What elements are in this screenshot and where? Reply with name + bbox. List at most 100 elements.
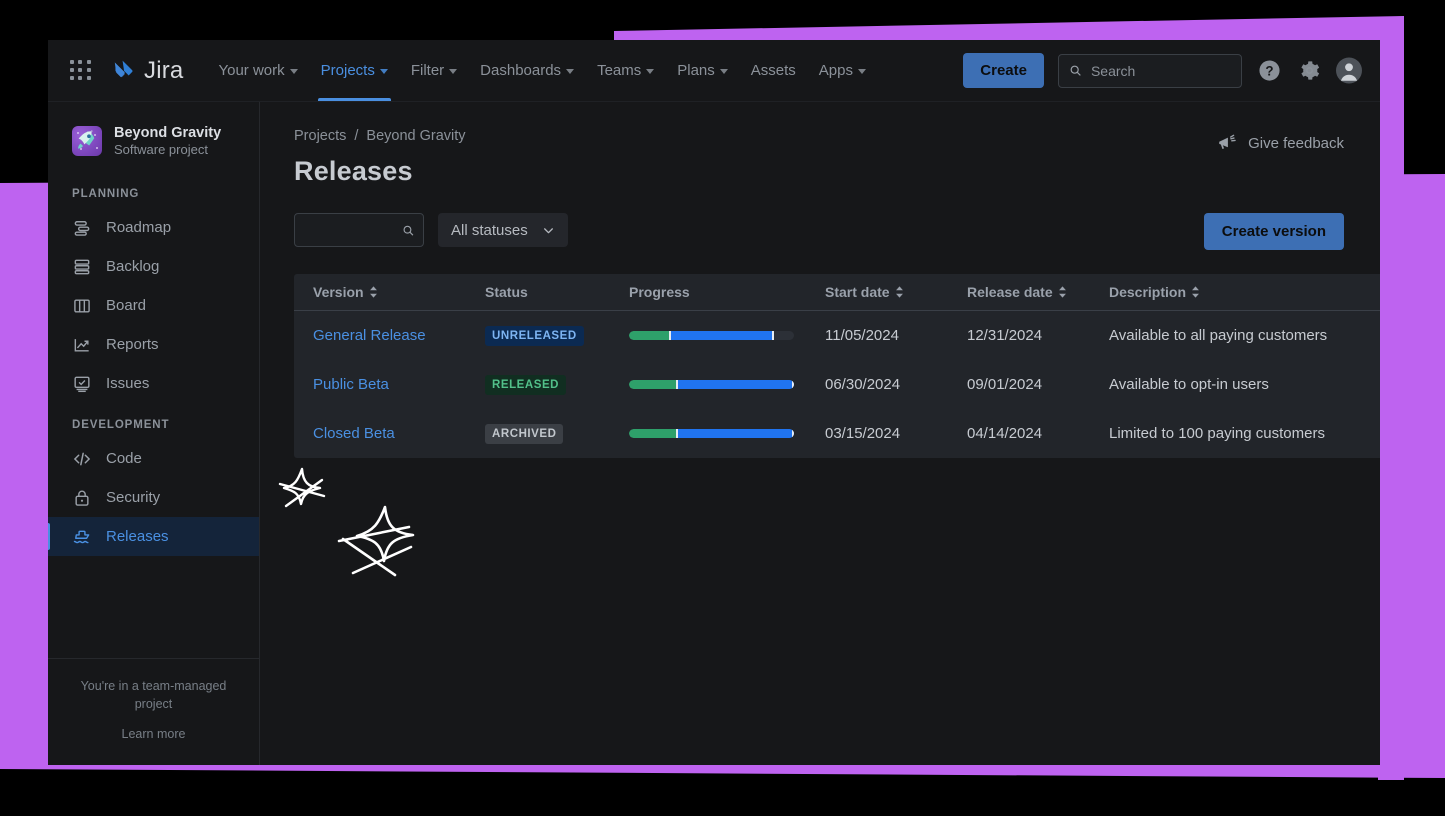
sidebar-item-issues[interactable]: Issues bbox=[48, 364, 259, 403]
version-link[interactable]: General Release bbox=[313, 327, 426, 344]
description-value: Limited to 100 paying customers bbox=[1109, 424, 1325, 442]
version-link[interactable]: Public Beta bbox=[313, 376, 389, 393]
sidebar-item-backlog[interactable]: Backlog bbox=[48, 247, 259, 286]
column-header-start-date[interactable]: Start date bbox=[825, 284, 967, 300]
cell-start-date: 11/05/2024 bbox=[825, 327, 967, 345]
search-icon bbox=[1070, 65, 1081, 76]
give-feedback-button[interactable]: Give feedback bbox=[1216, 132, 1344, 154]
nav-item-dashboards[interactable]: Dashboards bbox=[469, 40, 585, 101]
nav-label: Dashboards bbox=[480, 62, 562, 79]
nav-item-your-work[interactable]: Your work bbox=[207, 40, 308, 101]
column-header-release-date[interactable]: Release date bbox=[967, 284, 1109, 300]
cell-progress bbox=[629, 331, 825, 340]
cell-version: General Release bbox=[313, 327, 485, 345]
nav-item-projects[interactable]: Projects bbox=[310, 40, 399, 101]
main-content: Projects / Beyond Gravity Releases Give … bbox=[260, 102, 1380, 765]
table-row[interactable]: Closed Beta ARCHIVED 03/15/2024 04/14/20… bbox=[294, 409, 1380, 458]
version-link[interactable]: Closed Beta bbox=[313, 425, 395, 442]
progress-done-segment bbox=[629, 429, 677, 438]
app-body: Beyond Gravity Software project PLANNING… bbox=[48, 102, 1380, 765]
svg-text:?: ? bbox=[1265, 63, 1273, 78]
gear-icon bbox=[1300, 61, 1319, 80]
nav-item-assets[interactable]: Assets bbox=[740, 40, 807, 101]
ship-icon bbox=[73, 530, 90, 544]
create-version-button[interactable]: Create version bbox=[1203, 213, 1344, 250]
help-button[interactable]: ? bbox=[1256, 58, 1282, 84]
status-badge: ARCHIVED bbox=[485, 423, 564, 444]
screenshot-stage: Jira Your work Projects Filter Dashboard… bbox=[0, 0, 1445, 816]
progress-done-segment bbox=[629, 331, 671, 340]
project-sidebar: Beyond Gravity Software project PLANNING… bbox=[48, 102, 260, 765]
cell-description: Available to opt-in users bbox=[1109, 376, 1371, 394]
code-icon bbox=[73, 452, 91, 466]
column-header-description[interactable]: Description bbox=[1109, 284, 1371, 300]
column-label: Progress bbox=[629, 284, 690, 300]
sidebar-item-label: Board bbox=[106, 297, 147, 315]
column-label: Release date bbox=[967, 284, 1053, 300]
sidebar-section-planning-label: PLANNING bbox=[72, 188, 140, 201]
avatar[interactable] bbox=[1336, 57, 1362, 84]
nav-item-apps[interactable]: Apps bbox=[808, 40, 877, 101]
settings-button[interactable] bbox=[1296, 58, 1322, 84]
sidebar-item-code[interactable]: Code bbox=[48, 439, 259, 478]
sidebar-item-label: Issues bbox=[106, 375, 150, 393]
nav-item-plans[interactable]: Plans bbox=[666, 40, 739, 101]
reports-icon bbox=[74, 339, 89, 352]
project-text: Beyond Gravity Software project bbox=[114, 124, 221, 158]
brand-name: Jira bbox=[144, 56, 184, 84]
cell-actions: ••• bbox=[1371, 424, 1380, 443]
nav-label: Projects bbox=[320, 62, 375, 79]
nav-item-teams[interactable]: Teams bbox=[586, 40, 665, 101]
column-header-version[interactable]: Version bbox=[313, 284, 485, 300]
sidebar-item-board[interactable]: Board bbox=[48, 286, 259, 325]
status-filter-dropdown[interactable]: All statuses bbox=[438, 213, 568, 247]
description-value: Available to opt-in users bbox=[1109, 375, 1269, 393]
cell-version: Public Beta bbox=[313, 376, 485, 394]
issues-icon bbox=[74, 376, 90, 392]
project-header[interactable]: Beyond Gravity Software project bbox=[48, 102, 259, 172]
table-row[interactable]: Public Beta RELEASED 06/30/2024 09/01/20… bbox=[294, 360, 1380, 409]
cell-release-date: 12/31/2024 bbox=[967, 327, 1109, 345]
create-button[interactable]: Create bbox=[963, 53, 1044, 88]
column-label: Status bbox=[485, 284, 528, 300]
nav-label: Apps bbox=[818, 62, 853, 79]
global-search-input[interactable] bbox=[1090, 62, 1231, 79]
cell-actions: ••• bbox=[1371, 326, 1380, 345]
sidebar-item-label: Backlog bbox=[106, 258, 160, 276]
cell-version: Closed Beta bbox=[313, 425, 485, 443]
lock-icon bbox=[75, 490, 89, 506]
learn-more-link[interactable]: Learn more bbox=[66, 725, 241, 743]
roadmap-icon bbox=[74, 220, 90, 236]
global-search-box[interactable] bbox=[1058, 53, 1242, 88]
progress-inprogress-segment bbox=[676, 429, 794, 438]
cell-description: Limited to 100 paying customers bbox=[1109, 425, 1371, 443]
sort-icon bbox=[369, 286, 377, 298]
breadcrumb: Projects / Beyond Gravity bbox=[294, 128, 1344, 144]
breadcrumb-projects[interactable]: Projects bbox=[294, 128, 346, 144]
releases-toolbar: All statuses Create version bbox=[294, 213, 1344, 250]
page-title: Releases bbox=[294, 156, 413, 186]
releases-search-input[interactable] bbox=[304, 222, 396, 238]
releases-search-box[interactable] bbox=[294, 213, 424, 247]
sidebar-item-label: Reports bbox=[106, 336, 159, 354]
cell-progress bbox=[629, 429, 825, 438]
sidebar-item-security[interactable]: Security bbox=[48, 478, 259, 517]
grid-apps-icon[interactable] bbox=[70, 59, 92, 82]
table-header-row: Version Status Progress Start date Relea… bbox=[294, 274, 1380, 311]
breadcrumb-current[interactable]: Beyond Gravity bbox=[366, 128, 465, 144]
cell-status: ARCHIVED bbox=[485, 423, 629, 444]
nav-label: Teams bbox=[597, 62, 642, 79]
megaphone-icon bbox=[1219, 134, 1236, 150]
sidebar-item-reports[interactable]: Reports bbox=[48, 325, 259, 364]
jira-logo[interactable]: Jira bbox=[110, 57, 183, 85]
progress-done-segment bbox=[629, 380, 677, 389]
sidebar-item-roadmap[interactable]: Roadmap bbox=[48, 208, 259, 247]
nav-item-filter[interactable]: Filter bbox=[400, 40, 468, 101]
table-row[interactable]: General Release UNRELEASED 11/05/2024 12… bbox=[294, 311, 1380, 360]
cell-progress bbox=[629, 380, 825, 389]
sidebar-section-development-label: DEVELOPMENT bbox=[72, 419, 170, 432]
progress-divider-tick bbox=[669, 331, 672, 340]
release-date-value: 04/14/2024 bbox=[967, 424, 1043, 442]
cell-description: Available to all paying customers bbox=[1109, 327, 1371, 345]
sidebar-item-releases[interactable]: Releases bbox=[48, 517, 259, 557]
